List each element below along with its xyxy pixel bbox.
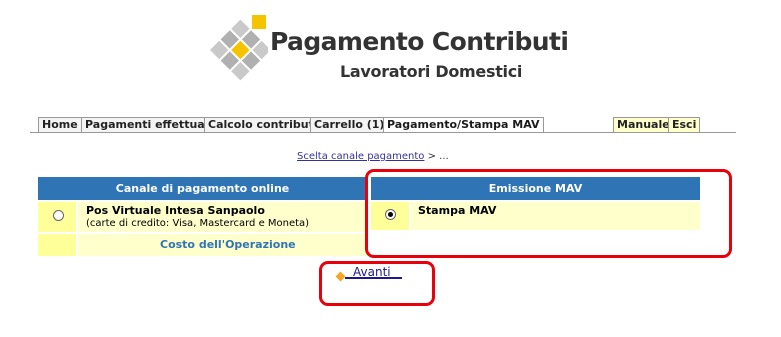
pos-virtuale-subtitle: (carte di credito: Visa, Mastercard e Mo… (86, 218, 310, 229)
logo-title: Pagamento Contributi (270, 27, 569, 56)
mav-highlight-box (365, 169, 732, 258)
pos-virtuale-radio[interactable] (53, 210, 64, 221)
tab-calcolo-contributi[interactable]: Calcolo contributi (204, 117, 322, 132)
online-channel-header: Canale di pagamento online (38, 177, 367, 200)
logo-icon (210, 15, 268, 81)
nav-divider (30, 132, 736, 133)
costo-operazione-link[interactable]: Costo dell'Operazione (160, 238, 296, 251)
tab-pagamento-stampa-mav[interactable]: Pagamento/Stampa MAV (383, 117, 544, 132)
online-radio-cell (38, 202, 76, 232)
breadcrumb-rest: > ... (424, 151, 449, 162)
cost-row-cell (38, 234, 76, 256)
breadcrumb: Scelta canale pagamento > ... (297, 151, 449, 162)
tab-manuale[interactable]: Manuale (613, 117, 674, 132)
pos-virtuale-option[interactable]: Pos Virtuale Intesa Sanpaolo (carte di c… (78, 202, 367, 232)
tab-carrello[interactable]: Carrello (1) (310, 117, 389, 132)
logo-subtitle: Lavoratori Domestici (340, 62, 523, 81)
breadcrumb-link-scelta-canale[interactable]: Scelta canale pagamento (297, 151, 424, 162)
tab-esci[interactable]: Esci (668, 117, 701, 132)
avanti-underline (345, 277, 402, 279)
pos-virtuale-title: Pos Virtuale Intesa Sanpaolo (86, 204, 265, 217)
tab-home[interactable]: Home (38, 117, 82, 132)
tab-pagamenti-effettuati[interactable]: Pagamenti effettuati (81, 117, 218, 132)
